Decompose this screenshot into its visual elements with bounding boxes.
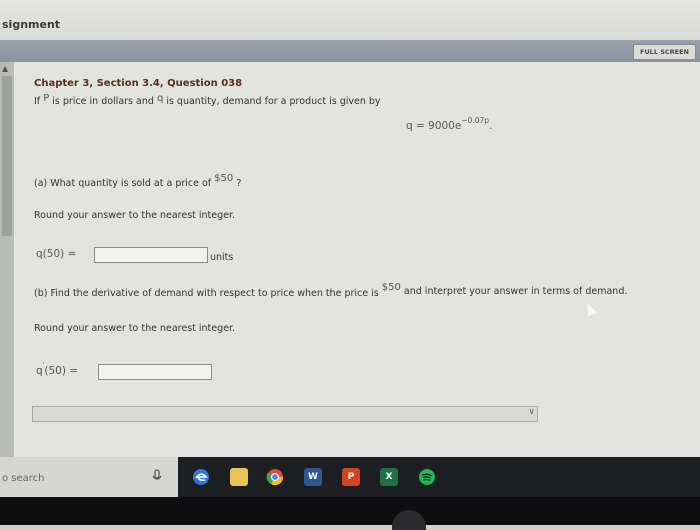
edge-icon[interactable] xyxy=(192,468,210,486)
part-b-price: $50 xyxy=(381,282,401,293)
windows-taskbar: o search W P X xyxy=(0,457,700,497)
chevron-down-icon[interactable]: ∨ xyxy=(528,407,535,417)
question-intro: If P is price in dollars and q is quanti… xyxy=(34,93,381,107)
window-title: signment xyxy=(2,18,61,31)
intro-end: is quantity, demand for a product is giv… xyxy=(166,96,381,107)
part-b-rest: and interpret your answer in terms of de… xyxy=(403,286,628,297)
question-panel: Chapter 3, Section 3.4, Question 038 If … xyxy=(14,62,700,457)
part-b-label-q: q xyxy=(36,365,43,377)
mic-icon[interactable] xyxy=(152,468,162,486)
part-a-text: (a) What quantity is sold at a price of xyxy=(34,178,212,189)
full-screen-button[interactable]: FULL SCREEN xyxy=(632,44,696,60)
word-icon[interactable]: W xyxy=(304,468,322,486)
scrollbar-thumb[interactable] xyxy=(2,76,12,236)
scroll-up-icon[interactable]: ▲ xyxy=(2,64,8,73)
assignment-toolbar: FULL SCREEN xyxy=(0,40,700,62)
part-a-prompt: (a) What quantity is sold at a price of … xyxy=(34,173,242,189)
excel-icon[interactable]: X xyxy=(380,468,398,486)
taskbar-search-placeholder: o search xyxy=(2,473,45,484)
formula-exponent: −0.07p xyxy=(461,116,490,125)
var-q: q xyxy=(156,93,164,104)
part-a-label: q(50) = xyxy=(36,248,77,260)
part-a-round-note: Round your answer to the nearest integer… xyxy=(34,210,236,221)
part-a-unit: units xyxy=(210,252,234,263)
demand-formula: q = 9000e−0.07p. xyxy=(406,116,493,132)
formula-end: . xyxy=(489,120,493,132)
part-b-text: (b) Find the derivative of demand with r… xyxy=(34,288,379,299)
window-titlebar: signment xyxy=(0,0,700,40)
part-b-answer-input[interactable] xyxy=(98,364,212,380)
part-a-price: $50 xyxy=(214,173,234,184)
monitor-bezel xyxy=(0,497,700,525)
var-p: P xyxy=(43,93,50,104)
part-b-round-note: Round your answer to the nearest integer… xyxy=(34,323,236,334)
intro-if: If xyxy=(34,96,41,107)
spotify-icon[interactable] xyxy=(418,468,436,486)
part-a-answer-input[interactable] xyxy=(94,247,208,263)
collapsed-hint-bar[interactable]: ∨ xyxy=(32,406,538,422)
file-explorer-icon[interactable] xyxy=(230,468,248,486)
part-b-label-rest: (50) = xyxy=(44,365,79,377)
chrome-icon[interactable] xyxy=(266,468,284,486)
left-scrollbar[interactable]: ▲ xyxy=(0,62,14,457)
formula-base: q = 9000e xyxy=(406,120,462,132)
powerpoint-icon[interactable]: P xyxy=(342,468,360,486)
question-heading: Chapter 3, Section 3.4, Question 038 xyxy=(34,78,243,89)
part-b-label: q′(50) = xyxy=(36,361,79,377)
part-a-end: ? xyxy=(236,178,242,189)
part-b-prompt: (b) Find the derivative of demand with r… xyxy=(34,282,628,299)
intro-mid: is price in dollars and xyxy=(52,96,154,107)
